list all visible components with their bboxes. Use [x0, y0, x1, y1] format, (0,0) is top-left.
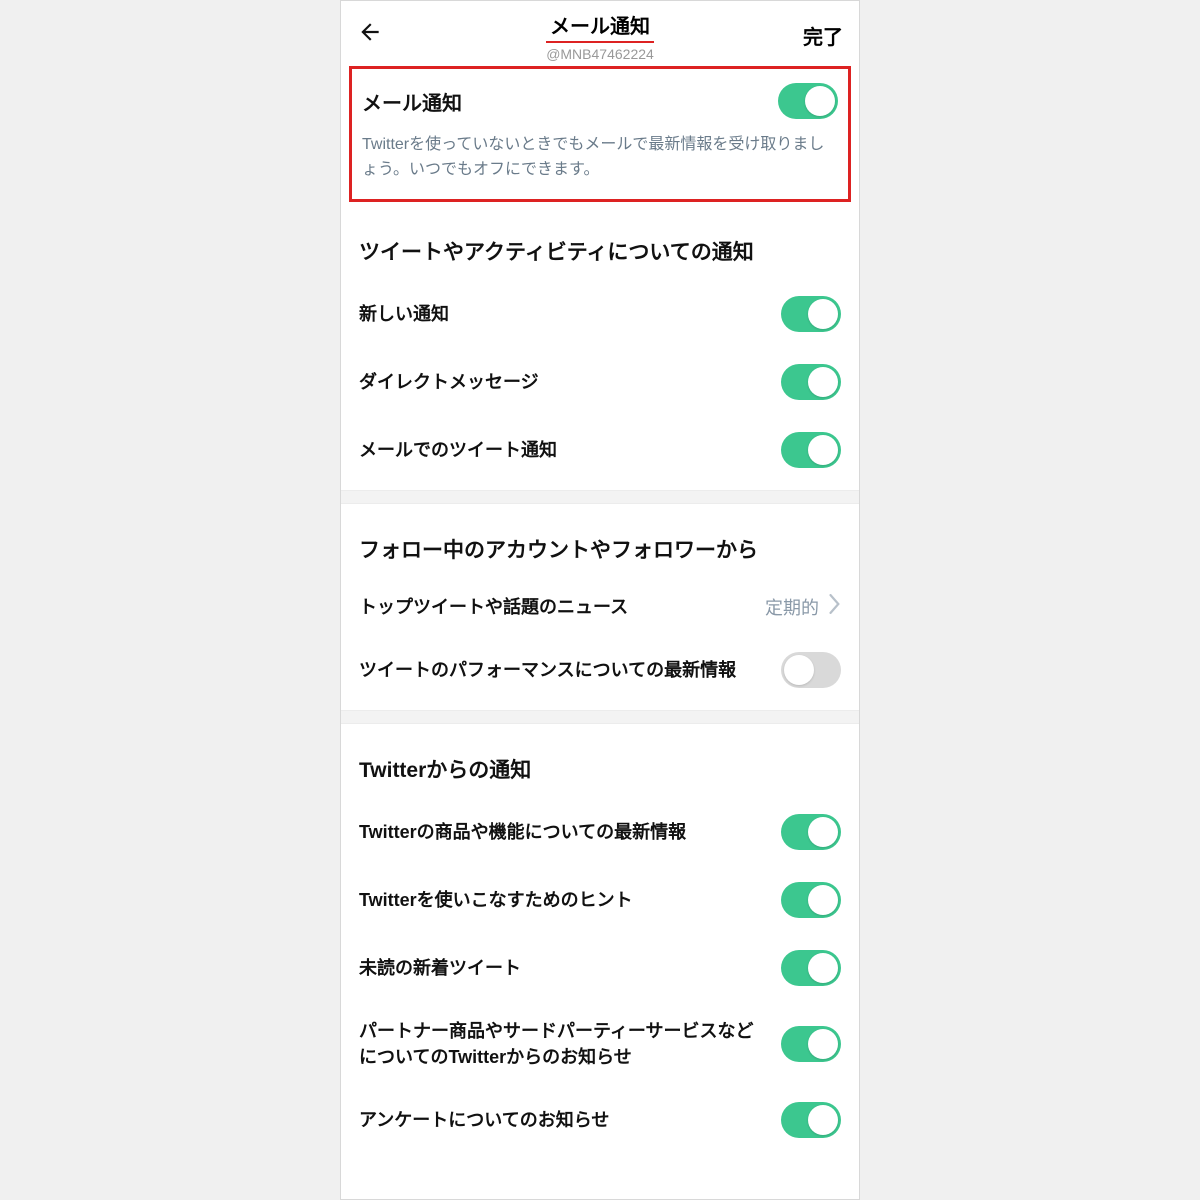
- settings-screen: メール通知 @MNB47462224 完了 メール通知 Twitterを使ってい…: [340, 0, 860, 1200]
- row-surveys: アンケートについてのお知らせ: [359, 1086, 841, 1154]
- toggle-knob: [808, 817, 838, 847]
- section-divider: [341, 710, 859, 724]
- section-activity: ツイートやアクティビティについての通知 新しい通知 ダイレクトメッセージ メール…: [341, 206, 859, 484]
- email-notifications-master: メール通知 Twitterを使っていないときでもメールで最新情報を受け取りましょ…: [349, 66, 851, 202]
- section-twitter: Twitterからの通知 Twitterの商品や機能についての最新情報 Twit…: [341, 724, 859, 1154]
- row-label: ツイートのパフォーマンスについての最新情報: [359, 657, 769, 683]
- row-tweet-email: メールでのツイート通知: [359, 416, 841, 484]
- chevron-right-icon: [829, 594, 841, 620]
- toggle-knob: [805, 86, 835, 116]
- toggle-knob: [808, 885, 838, 915]
- master-toggle-label: メール通知: [362, 87, 462, 116]
- toggle-knob: [808, 953, 838, 983]
- toggle-knob: [808, 435, 838, 465]
- section-following-title: フォロー中のアカウントやフォロワーから: [359, 504, 841, 578]
- row-product-features: Twitterの商品や機能についての最新情報: [359, 798, 841, 866]
- toggle-tips[interactable]: [781, 882, 841, 918]
- row-label: メールでのツイート通知: [359, 437, 769, 463]
- arrow-left-icon: [357, 19, 383, 45]
- section-following: フォロー中のアカウントやフォロワーから トップツイートや話題のニュース 定期的 …: [341, 504, 859, 704]
- top-tweets-value: 定期的: [765, 594, 819, 620]
- back-button[interactable]: [357, 19, 383, 52]
- row-direct-messages: ダイレクトメッセージ: [359, 348, 841, 416]
- section-activity-title: ツイートやアクティビティについての通知: [359, 206, 841, 280]
- header: メール通知 @MNB47462224 完了: [341, 1, 859, 60]
- toggle-surveys[interactable]: [781, 1102, 841, 1138]
- row-label: 新しい通知: [359, 301, 769, 327]
- row-tweet-performance: ツイートのパフォーマンスについての最新情報: [359, 636, 841, 704]
- done-button[interactable]: 完了: [803, 21, 843, 50]
- toggle-tweet-email[interactable]: [781, 432, 841, 468]
- toggle-new-notifications[interactable]: [781, 296, 841, 332]
- row-label: ダイレクトメッセージ: [359, 369, 769, 395]
- toggle-direct-messages[interactable]: [781, 364, 841, 400]
- page-title: メール通知: [546, 10, 654, 43]
- row-label: パートナー商品やサードパーティーサービスなどについてのTwitterからのお知ら…: [359, 1018, 769, 1070]
- section-twitter-title: Twitterからの通知: [359, 724, 841, 798]
- master-toggle[interactable]: [778, 83, 838, 119]
- nav-right: 定期的: [765, 594, 841, 620]
- row-label: アンケートについてのお知らせ: [359, 1107, 769, 1133]
- row-new-notifications: 新しい通知: [359, 280, 841, 348]
- row-unread-tweets: 未読の新着ツイート: [359, 934, 841, 1002]
- toggle-knob: [784, 655, 814, 685]
- toggle-knob: [808, 367, 838, 397]
- toggle-partner-products[interactable]: [781, 1026, 841, 1062]
- header-center: メール通知 @MNB47462224: [546, 10, 654, 62]
- section-divider: [341, 490, 859, 504]
- toggle-knob: [808, 1105, 838, 1135]
- toggle-tweet-performance[interactable]: [781, 652, 841, 688]
- account-handle: @MNB47462224: [546, 46, 654, 62]
- row-label: トップツイートや話題のニュース: [359, 594, 753, 620]
- toggle-unread-tweets[interactable]: [781, 950, 841, 986]
- row-label: Twitterの商品や機能についての最新情報: [359, 819, 769, 845]
- row-label: 未読の新着ツイート: [359, 955, 769, 981]
- toggle-knob: [808, 299, 838, 329]
- master-toggle-description: Twitterを使っていないときでもメールで最新情報を受け取りましょう。いつでも…: [362, 133, 838, 183]
- row-tips: Twitterを使いこなすためのヒント: [359, 866, 841, 934]
- toggle-product-features[interactable]: [781, 814, 841, 850]
- row-top-tweets[interactable]: トップツイートや話題のニュース 定期的: [359, 578, 841, 636]
- row-label: Twitterを使いこなすためのヒント: [359, 887, 769, 913]
- toggle-knob: [808, 1029, 838, 1059]
- row-partner-products: パートナー商品やサードパーティーサービスなどについてのTwitterからのお知ら…: [359, 1002, 841, 1086]
